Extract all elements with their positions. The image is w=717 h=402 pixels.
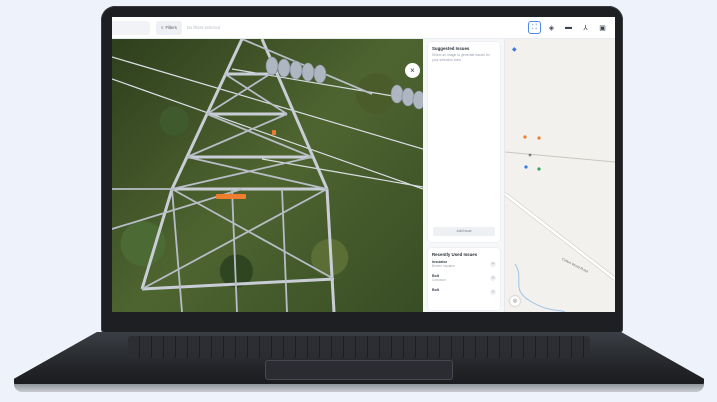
person-icon[interactable]: ⅄ bbox=[579, 21, 592, 34]
list-item[interactable]: Insulator Broken insulator + bbox=[428, 257, 500, 271]
inspection-photo[interactable]: × bbox=[112, 39, 423, 312]
filter-icon: ≡ bbox=[161, 25, 164, 30]
gallery-icon[interactable]: ▣ bbox=[596, 21, 609, 34]
map-marker-green[interactable] bbox=[537, 167, 541, 171]
image-icon[interactable]: ▬ bbox=[562, 21, 575, 34]
map-marker-orange[interactable] bbox=[537, 136, 541, 140]
locate-icon[interactable]: ◎ bbox=[510, 296, 520, 306]
filters-label: Filters bbox=[165, 25, 177, 30]
detection-tag-orange[interactable] bbox=[272, 130, 276, 135]
laptop-screen: ≡ Filters No filters selected ⛶ ◈ ▬ ⅄ ▣ bbox=[112, 17, 615, 312]
close-icon[interactable]: × bbox=[405, 63, 420, 78]
toolbar-tools: ⛶ ◈ ▬ ⅄ ▣ bbox=[528, 21, 609, 34]
map-marker-orange[interactable] bbox=[523, 135, 527, 139]
detection-tag-label[interactable] bbox=[216, 194, 246, 199]
issue-subtitle: Corrosion bbox=[432, 278, 446, 282]
map-roads bbox=[505, 135, 615, 312]
suggested-issues-card: Suggested Issues Select an image to gene… bbox=[428, 42, 500, 242]
suggested-issues-description: Select an image to generate issues for y… bbox=[432, 53, 490, 63]
filter-hint: No filters selected bbox=[186, 25, 221, 30]
grid-icon[interactable]: ⛶ bbox=[528, 21, 541, 34]
map-view[interactable]: ◆ Cotton Wood Road ◎ bbox=[505, 39, 615, 312]
map-marker-gray[interactable] bbox=[528, 153, 532, 157]
issues-panel: Suggested Issues Select an image to gene… bbox=[423, 39, 505, 312]
issue-name: Bolt bbox=[432, 288, 439, 292]
add-icon[interactable]: + bbox=[490, 275, 496, 281]
issue-subtitle: Broken insulator bbox=[432, 264, 456, 268]
recent-issues-title: Recently Used Issues bbox=[432, 252, 478, 257]
recent-issues-card: Recently Used Issues Insulator Broken in… bbox=[428, 248, 500, 310]
list-item[interactable]: Bolt Corrosion + bbox=[428, 271, 500, 285]
top-toolbar: ≡ Filters No filters selected ⛶ ◈ ▬ ⅄ ▣ bbox=[112, 17, 615, 39]
search-input[interactable] bbox=[112, 20, 150, 35]
list-item[interactable]: Bolt + bbox=[428, 285, 500, 299]
add-icon[interactable]: + bbox=[490, 289, 496, 295]
filters-button[interactable]: ≡ Filters bbox=[156, 20, 182, 35]
layers-icon[interactable]: ◈ bbox=[545, 21, 558, 34]
add-issue-button[interactable]: Add Issue bbox=[433, 227, 495, 236]
suggested-issues-title: Suggested Issues bbox=[432, 46, 470, 51]
map-marker-blue[interactable] bbox=[524, 165, 528, 169]
laptop-base-edge bbox=[14, 384, 704, 392]
laptop-touchpad bbox=[265, 360, 453, 380]
add-icon[interactable]: + bbox=[490, 261, 496, 267]
location-pin-icon[interactable]: ◆ bbox=[512, 46, 519, 53]
laptop-keyboard bbox=[128, 336, 590, 358]
transmission-tower-illustration bbox=[112, 39, 423, 312]
